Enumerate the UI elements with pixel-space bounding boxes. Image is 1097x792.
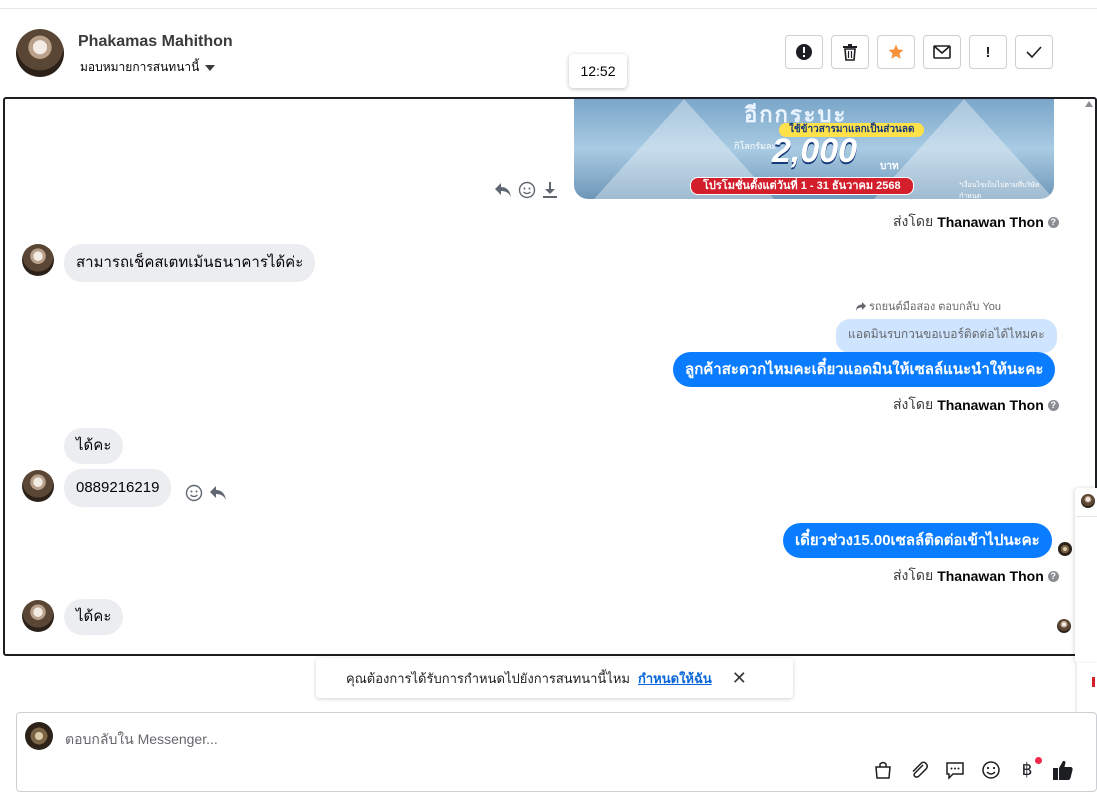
sent-by-label: ส่งโดย Thanawan Thon ? [893,394,1059,416]
attach-button[interactable] [908,759,930,781]
sent-by-prefix: ส่งโดย [893,567,934,583]
side-panel-edge[interactable] [1075,488,1097,663]
promo-price: 2,000 [772,132,858,170]
assign-to-me-link[interactable]: กำหนดให้ฉัน [638,668,712,689]
message-thread[interactable]: อีกกระบะ ใช้ข้าวสารมาแลกเป็นส่วนลด กิโลก… [3,97,1097,656]
sent-by-label: ส่งโดย Thanawan Thon ? [893,565,1059,587]
image-actions [494,181,558,199]
reply-context-text: รถยนต์มือสอง ตอบกลับ You [869,301,1002,313]
payment-button[interactable]: ฿ [1016,757,1042,781]
reply-icon[interactable] [209,485,227,501]
promo-period: โปรโมชั่นตั้งแต่วันที่ 1 - 31 ธันวาคม 25… [690,177,914,195]
reply-context: รถยนต์มือสอง ตอบกลับ You [855,297,1001,315]
mark-done-button[interactable] [1015,35,1053,69]
assign-question: คุณต้องการได้รับการกำหนดไปยังการสนทนานี้… [346,670,630,686]
incoming-message[interactable]: ได้คะ [64,428,124,464]
follow-up-button[interactable]: ! [969,35,1007,69]
assign-dropdown[interactable]: มอบหมายการสนทนานี้ [80,58,216,77]
baht-icon: ฿ [1021,760,1033,779]
panel-divider [1075,516,1097,517]
mark-unread-button[interactable] [923,35,961,69]
contact-name[interactable]: Phakamas Mahithon [78,33,233,51]
agent-name: Thanawan Thon [937,568,1044,584]
help-icon[interactable]: ? [1047,399,1059,411]
reply-composer[interactable]: ตอบกลับใน Messenger... ฿ [16,712,1097,792]
trash-icon [843,44,857,61]
incoming-message[interactable]: ได้คะ [64,599,124,635]
outgoing-message[interactable]: ลูกค้าสะดวกไหมคะเดี๋ยวแอดมินให้เซลล์แนะน… [673,352,1056,387]
spam-icon [796,44,812,60]
chat-bubble-icon [946,762,964,780]
mark-spam-button[interactable] [785,35,823,69]
quoted-message[interactable]: แอดมินรบกวนขอเบอร์ติดต่อได้ไหมคะ [836,319,1057,353]
contact-avatar-small [22,600,54,632]
download-icon[interactable] [542,181,558,199]
incoming-message[interactable]: สามารถเช็คสเตทเม้นธนาคารได้ค่ะ [64,244,316,282]
seen-avatar [1057,619,1071,633]
agent-name: Thanawan Thon [937,397,1044,413]
contact-avatar-small [22,244,54,276]
panel-alert-mark [1092,677,1095,687]
outgoing-message[interactable]: เดี๋ยวช่วง15.00เซลล์ติดต่อเข้าไปนะคะ [783,523,1052,558]
promo-per-kg: กิโลกรัมละ [734,141,777,151]
reply-icon[interactable] [494,182,512,198]
check-icon [1026,46,1042,59]
shop-button[interactable] [872,759,894,781]
mail-icon [933,45,951,59]
contact-avatar-small [22,470,54,502]
star-icon [888,44,904,59]
notification-dot [1035,757,1042,764]
shopping-bag-icon [875,761,891,779]
saved-replies-button[interactable] [944,759,966,781]
paperclip-icon [912,761,928,778]
chevron-down-icon [205,64,216,71]
seen-avatar [1058,542,1072,556]
reply-forward-icon [856,301,866,311]
incoming-message[interactable]: 0889216219 [64,469,172,507]
emoji-icon[interactable] [518,181,536,199]
promo-image[interactable]: อีกกระบะ ใช้ข้าวสารมาแลกเป็นส่วนลด กิโลก… [574,99,1054,199]
thumbs-up-icon [1053,760,1073,780]
emoji-icon[interactable] [185,484,203,502]
composer-toolbar: ฿ [872,757,1074,781]
message-actions [185,484,227,502]
contact-avatar[interactable] [16,29,64,77]
sent-by-prefix: ส่งโดย [893,213,934,229]
emoji-icon [982,761,1000,779]
star-button[interactable] [877,35,915,69]
close-icon[interactable]: ✕ [732,668,747,689]
assign-prompt: คุณต้องการได้รับการกำหนดไปยังการสนทนานี้… [316,658,793,698]
help-icon[interactable]: ? [1047,570,1059,582]
promo-unit: บาท [880,161,899,172]
header-toolbar: ! [785,35,1053,69]
agent-name: Thanawan Thon [937,214,1044,230]
help-icon[interactable]: ? [1047,216,1059,228]
panel-avatar [1081,494,1095,508]
delete-button[interactable] [831,35,869,69]
sent-by-label: ส่งโดย Thanawan Thon ? [893,211,1059,233]
promo-note: *เงื่อนไขเป็นไปตามที่บริษัท กำหนด [959,182,1040,199]
sent-by-prefix: ส่งโดย [893,396,934,412]
reply-input[interactable]: ตอบกลับใน Messenger... [65,729,218,751]
time-tooltip: 12:52 [569,54,627,88]
conversation-header: Phakamas Mahithon มอบหมายการสนทนานี้ ! [0,9,1097,97]
assign-label: มอบหมายการสนทนานี้ [80,60,200,74]
like-button[interactable] [1052,759,1074,781]
page-avatar [25,722,53,750]
priority-icon: ! [985,43,991,61]
emoji-button[interactable] [980,759,1002,781]
scroll-up-icon[interactable] [1085,101,1093,107]
